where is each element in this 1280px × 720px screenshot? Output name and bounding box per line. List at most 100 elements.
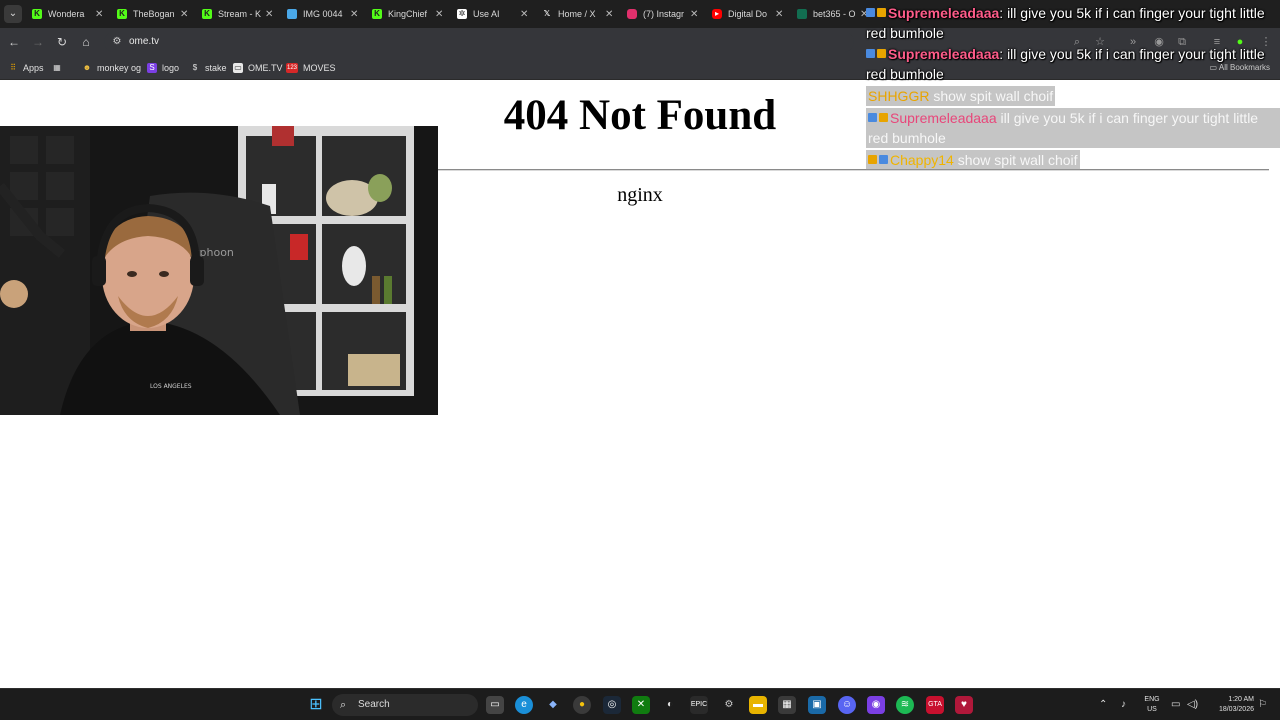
system-clock[interactable]: 1:20 AM 18/03/2026 (1206, 695, 1254, 715)
settings-gear-icon[interactable]: ⚙ (720, 696, 738, 714)
tab-home-x[interactable]: 𝕏 Home / X ✕ (536, 0, 621, 28)
badge-icon (868, 113, 877, 122)
badge-icon (866, 8, 875, 17)
gta-icon[interactable]: GTA (926, 696, 944, 714)
bookmark-monkey-og[interactable]: ☻ monkey og (82, 61, 141, 75)
chat-username: Chappy14 (890, 152, 954, 168)
bookmark-stake[interactable]: $ stake (190, 61, 227, 75)
close-tab-icon[interactable]: ✕ (180, 9, 190, 20)
stake-icon: $ (192, 63, 198, 72)
network-icon[interactable]: ▭ (1171, 697, 1180, 713)
app-icon[interactable]: ◉ (867, 696, 885, 714)
tab-wondera[interactable]: K Wondera ✕ (26, 0, 111, 28)
bookmark-apps[interactable]: ⠿ Apps (8, 61, 43, 75)
forward-arrow-icon[interactable]: → (30, 34, 46, 50)
lang-region: US (1147, 706, 1157, 713)
search-icon: ⌕ (340, 699, 347, 711)
kick-icon: K (117, 9, 127, 19)
badge-icon (879, 155, 888, 164)
tab-label: Wondera (48, 9, 85, 19)
chat-text: show spit wall choif (953, 152, 1078, 168)
s-logo-icon: S (147, 63, 157, 73)
site-info-icon[interactable]: ⚙ (110, 35, 124, 49)
tab-label: KingChief (388, 9, 428, 19)
language-indicator[interactable]: ENG US (1140, 695, 1164, 715)
kick-icon: K (32, 9, 42, 19)
chat-username: Supremeleadaaa (888, 5, 1000, 21)
ometv-icon: ▭ (233, 63, 243, 73)
close-tab-icon[interactable]: ✕ (690, 9, 700, 20)
chat-message: SHHGGR show spit wall choif (866, 86, 1056, 106)
tab-kingchief[interactable]: K KingChief ✕ (366, 0, 451, 28)
tab-label: Home / X (558, 9, 596, 19)
chat-text: show spit wall choif (929, 88, 1054, 104)
steam-icon[interactable]: ◎ (603, 696, 621, 714)
close-tab-icon[interactable]: ✕ (435, 9, 445, 20)
taskbar-search[interactable]: ⌕ Search (332, 694, 478, 716)
address-bar[interactable]: ⚙ ome.tv (104, 32, 854, 52)
task-view-icon[interactable]: ▭ (486, 696, 504, 714)
badge-icon (879, 113, 888, 122)
webcam-overlay: Typhoon LOS ANGELES (0, 126, 438, 415)
close-tab-icon[interactable]: ✕ (350, 9, 360, 20)
tab-thebogan[interactable]: K TheBogan ✕ (111, 0, 196, 28)
tab-label: (7) Instagr (643, 9, 685, 19)
tab-digital-do[interactable]: ▸ Digital Do ✕ (706, 0, 791, 28)
tab-stream[interactable]: K Stream - K ✕ (196, 0, 281, 28)
obs-icon[interactable]: ◐ (661, 696, 679, 714)
tab-label: bet365 - O (813, 9, 856, 19)
tab-instagram[interactable]: (7) Instagr ✕ (621, 0, 706, 28)
microphone-icon[interactable]: ♪ (1121, 697, 1126, 713)
tab-bet365[interactable]: bet365 - O ✕ (791, 0, 876, 28)
search-label: Search (358, 699, 390, 710)
bookmark-grid[interactable]: ▦ (52, 61, 67, 75)
tab-img-0044[interactable]: IMG 0044 ✕ (281, 0, 366, 28)
tab-search-icon[interactable]: ⌄ (4, 5, 22, 23)
tab-use-ai[interactable]: ✲ Use AI ✕ (451, 0, 536, 28)
app-icon[interactable]: ♥ (955, 696, 973, 714)
spotify-icon[interactable]: ≋ (896, 696, 914, 714)
lang-code: ENG (1144, 696, 1160, 703)
badge-icon (866, 49, 875, 58)
back-arrow-icon[interactable]: ← (6, 34, 22, 50)
chat-message: Supremeleadaaa ill give you 5k if i can … (866, 108, 1280, 148)
chrome-icon[interactable]: ● (573, 696, 591, 714)
close-tab-icon[interactable]: ✕ (95, 9, 105, 20)
edge-icon[interactable]: e (515, 696, 533, 714)
volume-icon[interactable]: ◁) (1187, 697, 1198, 713)
kick-icon: K (372, 9, 382, 19)
tab-label: Digital Do (728, 9, 768, 19)
home-icon[interactable]: ⌂ (78, 34, 94, 50)
app-icon[interactable]: ◆ (544, 696, 562, 714)
monkey-icon: ☻ (82, 63, 92, 72)
close-tab-icon[interactable]: ✕ (265, 9, 275, 20)
reload-icon[interactable]: ↻ (54, 34, 70, 50)
bookmark-moves[interactable]: 123 MOVES (286, 61, 336, 75)
chat-username: Supremeleadaaa (888, 46, 1000, 62)
close-tab-icon[interactable]: ✕ (520, 9, 530, 20)
xbox-icon[interactable]: ✕ (632, 696, 650, 714)
url-text[interactable]: ome.tv (129, 35, 159, 49)
clock-date: 18/03/2026 (1218, 706, 1254, 713)
x-icon: 𝕏 (543, 9, 551, 18)
chat-username: Supremeleadaaa (890, 110, 997, 126)
bookmark-label: stake (205, 63, 227, 73)
bookmark-label: logo (162, 63, 180, 73)
app-icon[interactable]: ▣ (808, 696, 826, 714)
bookmark-logo[interactable]: S logo (147, 61, 179, 75)
store-icon[interactable]: ▦ (778, 696, 796, 714)
grid-icon: ▦ (53, 63, 61, 72)
chat-message: Chappy14 show spit wall choif (866, 150, 1080, 170)
badge-icon (868, 155, 877, 164)
show-hidden-icons-chevron-icon[interactable]: ⌃ (1099, 697, 1107, 713)
close-tab-icon[interactable]: ✕ (605, 9, 615, 20)
notification-icon[interactable]: ⚐ (1258, 697, 1267, 713)
windows-start-icon[interactable]: ⊞ (307, 696, 325, 714)
instagram-icon (627, 9, 637, 19)
bookmark-ometv[interactable]: ▭ OME.TV (233, 61, 283, 75)
discord-icon[interactable]: ☺ (838, 696, 856, 714)
close-tab-icon[interactable]: ✕ (775, 9, 785, 20)
file-explorer-icon[interactable]: ▬ (749, 696, 767, 714)
epic-games-icon[interactable]: EPIC (690, 696, 708, 714)
badge-icon (877, 8, 886, 17)
